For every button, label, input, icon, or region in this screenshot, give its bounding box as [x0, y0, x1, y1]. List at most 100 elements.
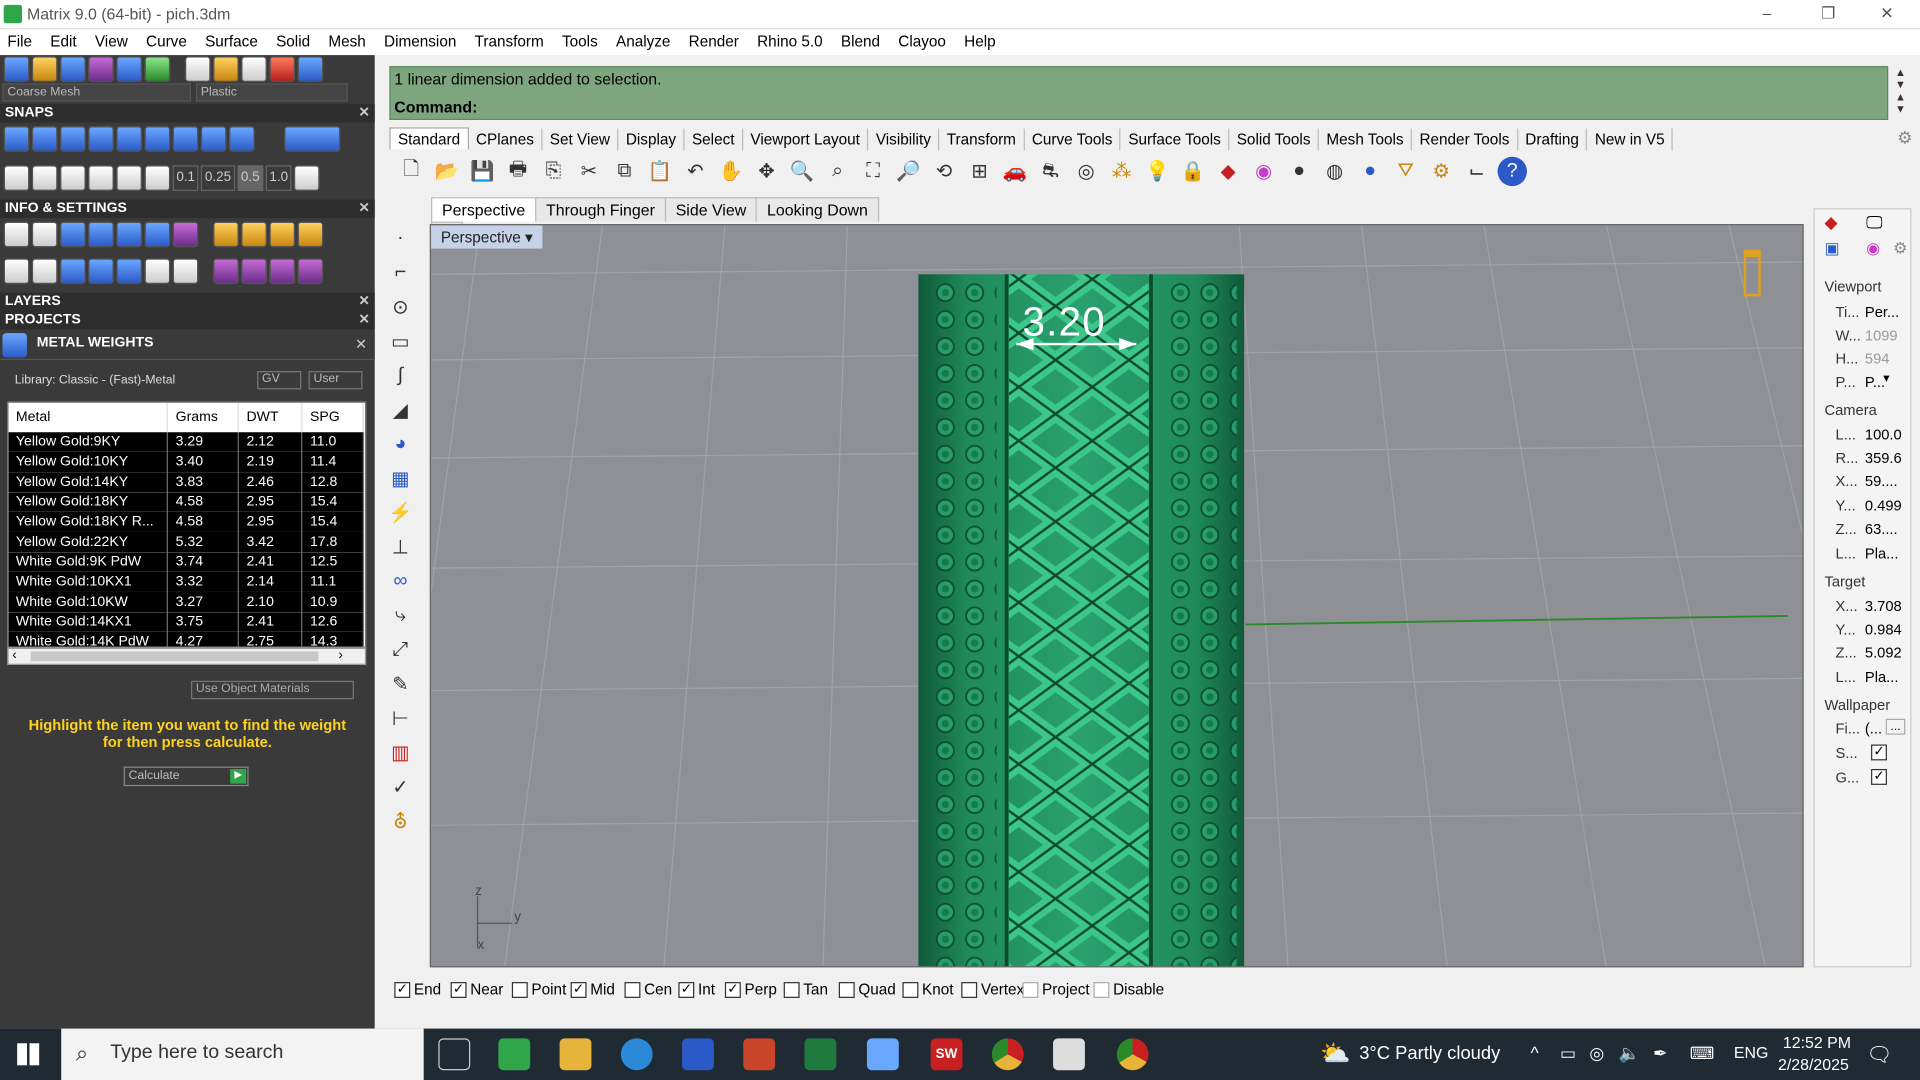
powerpoint-icon[interactable] — [743, 1038, 776, 1071]
chevron-down-icon[interactable]: ▾ — [1883, 372, 1889, 385]
lightbulb-icon[interactable]: 💡 — [1142, 157, 1171, 186]
solidworks-icon[interactable]: SW — [930, 1038, 963, 1071]
viewport-tab-side-view[interactable]: Side View — [664, 197, 758, 222]
lock-icon[interactable]: 🔒 — [1178, 157, 1207, 186]
gear-icon[interactable]: ⚙ — [1897, 127, 1912, 148]
tool-b-icon[interactable] — [241, 221, 267, 248]
block-icon[interactable]: ▥ — [384, 737, 416, 769]
close-icon[interactable]: ✕ — [355, 336, 367, 353]
snap-grid-icon[interactable] — [3, 126, 30, 152]
edit-curve-icon[interactable]: ✎ — [384, 669, 416, 701]
layer-color-icon[interactable]: ◆ — [1213, 157, 1242, 186]
table-icon[interactable] — [172, 258, 199, 285]
osnap-checkbox[interactable]: ✓ — [678, 981, 695, 998]
render-b-icon[interactable] — [241, 258, 267, 285]
menu-render[interactable]: Render — [681, 29, 745, 50]
polyline-icon[interactable]: ⌐ — [384, 257, 416, 289]
tool-c-icon[interactable] — [269, 221, 296, 248]
calculate-button[interactable]: Calculate ▶ — [123, 766, 249, 787]
osnap-project[interactable]: Project — [1022, 981, 1090, 998]
check-icon[interactable]: ✓ — [384, 771, 416, 803]
osnap-checkbox[interactable]: ✓ — [394, 981, 411, 998]
table-header-dwt[interactable]: DWT — [238, 402, 303, 433]
menu-solid[interactable]: Solid — [269, 29, 317, 50]
camera-location[interactable]: L... Pla... — [1820, 544, 1906, 566]
camera-rotation[interactable]: R... 359.6 — [1820, 448, 1906, 470]
monitor-app-icon[interactable] — [1053, 1038, 1085, 1071]
windows-start-icon[interactable] — [17, 1043, 40, 1066]
restore-button[interactable]: ❐ — [1800, 0, 1856, 29]
camera-pin-icon[interactable] — [1743, 249, 1761, 297]
osnap-cen[interactable]: Cen — [624, 981, 672, 998]
use-object-materials-button[interactable]: Use Object Materials — [191, 680, 354, 700]
filter-icon[interactable] — [116, 258, 143, 285]
table-hscrollbar[interactable]: ‹ › — [7, 647, 367, 665]
zoom-extents-icon[interactable]: ⛶ — [858, 157, 887, 186]
file-explorer-icon[interactable] — [559, 1038, 592, 1071]
menu-transform[interactable]: Transform — [467, 29, 550, 50]
battery-icon[interactable]: ▭ — [1560, 1043, 1576, 1064]
diamond-icon[interactable] — [116, 165, 143, 192]
volume-icon[interactable]: 🔈 — [1619, 1043, 1640, 1064]
table-row[interactable]: Yellow Gold:9KY 3.29 2.12 11.0 — [8, 432, 364, 453]
snap-value-3[interactable]: 1.0 — [265, 165, 292, 192]
snap-point-icon[interactable] — [88, 126, 114, 152]
rendered-sphere-icon[interactable]: ◍ — [1320, 157, 1349, 186]
matrix-taskbar-icon[interactable] — [498, 1038, 531, 1071]
task-view-icon[interactable] — [438, 1038, 471, 1071]
circle-icon[interactable]: ⊙ — [384, 291, 416, 323]
settings-icon[interactable] — [3, 221, 30, 248]
tab-display[interactable]: Display — [618, 128, 685, 151]
paint-icon[interactable]: ⛢ — [384, 806, 416, 838]
cube-icon[interactable] — [60, 258, 86, 285]
zoom-selected-icon[interactable]: 🔎 — [894, 157, 923, 186]
dropdown-icon[interactable]: ▾ — [525, 229, 533, 246]
zoom-window-icon[interactable]: ⌕ — [823, 157, 852, 186]
network-globe-icon[interactable]: ◎ — [1589, 1043, 1604, 1064]
osnap-knot[interactable]: Knot — [902, 981, 954, 998]
prop-projection[interactable]: P... P... ▾ — [1820, 372, 1906, 394]
menu-file[interactable]: File — [0, 29, 38, 50]
tab-render-tools[interactable]: Render Tools — [1412, 128, 1518, 151]
surface-icon[interactable]: ◢ — [384, 394, 416, 426]
menu-dimension[interactable]: Dimension — [377, 29, 463, 50]
menu-analyze[interactable]: Analyze — [609, 29, 677, 50]
word-icon[interactable] — [682, 1038, 714, 1071]
tab-solid-tools[interactable]: Solid Tools — [1229, 128, 1320, 151]
osnap-checkbox[interactable] — [511, 981, 528, 998]
camera-panel-icon[interactable]: ▣ — [1825, 239, 1840, 259]
table-row[interactable]: White Gold:14KX1 3.75 2.41 12.6 — [8, 611, 364, 632]
filter-select-icon[interactable]: ⛛ — [1391, 157, 1420, 186]
layout-icon[interactable] — [144, 56, 171, 83]
rectangle-icon[interactable]: ▭ — [384, 326, 416, 358]
close-icon[interactable]: ✕ — [359, 104, 370, 122]
gem-icon[interactable] — [172, 221, 199, 248]
rotate-view-icon[interactable]: ⟲ — [929, 157, 958, 186]
menu-clayoo[interactable]: Clayoo — [891, 29, 952, 50]
osnap-mid[interactable]: ✓ Mid — [570, 981, 615, 998]
snap-corner-icon[interactable] — [116, 126, 143, 152]
chevron-up-icon[interactable]: ^ — [1531, 1043, 1539, 1063]
target-x[interactable]: X... 3.708 — [1820, 596, 1906, 618]
material-panel-icon[interactable]: ◉ — [1866, 239, 1880, 259]
target-y[interactable]: Y... 0.984 — [1820, 620, 1906, 642]
material-blue-icon[interactable] — [297, 56, 324, 83]
camera-lens[interactable]: L... 100.0 — [1820, 425, 1906, 447]
stack-icon[interactable] — [88, 221, 114, 248]
fillet-icon[interactable]: ⤷ — [384, 600, 416, 632]
layer-panel-icon[interactable]: ◆ — [1825, 212, 1838, 233]
osnap-disable[interactable]: Disable — [1093, 981, 1164, 998]
snap-plus-icon[interactable] — [60, 126, 86, 152]
scroll-right-icon[interactable]: › — [338, 648, 342, 663]
render-c-icon[interactable] — [269, 258, 296, 285]
grid-icon[interactable] — [3, 56, 30, 83]
scroll-thumb[interactable] — [30, 651, 319, 662]
blue-sphere-icon[interactable]: ● — [1356, 157, 1385, 186]
osnap-near[interactable]: ✓ Near — [450, 981, 503, 998]
language-indicator[interactable]: ENG — [1734, 1043, 1768, 1061]
clock-date[interactable]: 2/28/2025 — [1778, 1056, 1849, 1074]
options-gears-icon[interactable]: ⚙ — [1427, 157, 1456, 186]
mesh-icon[interactable]: ▦ — [384, 463, 416, 495]
snap-value-1[interactable]: 0.25 — [201, 165, 235, 192]
osnap-checkbox[interactable] — [902, 981, 919, 998]
